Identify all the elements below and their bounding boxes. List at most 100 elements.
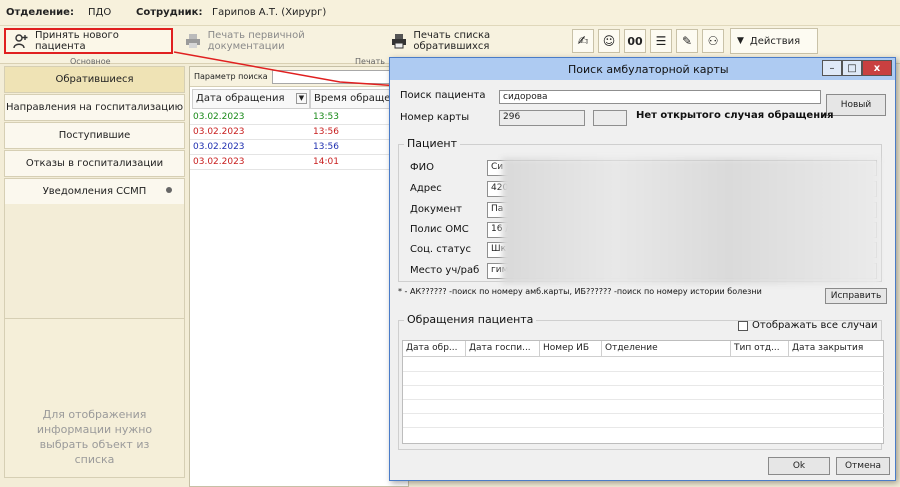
fix-button[interactable]: Исправить <box>825 288 887 304</box>
grid-line <box>403 427 885 428</box>
document-list-icon[interactable]: ☰ <box>650 29 672 53</box>
show-all-label: Отображать все случаи <box>752 320 878 331</box>
print-docs-label: Печать первичной документации <box>207 30 305 52</box>
redacted-area <box>502 158 880 284</box>
row-time: 14:01 <box>313 157 339 167</box>
users-icon[interactable]: ☺ <box>598 29 620 53</box>
search-param-bar: Параметр поиска <box>190 67 412 87</box>
grid-col-label: Дата обр... <box>406 343 458 353</box>
row-date: 03.02.2023 <box>193 142 245 152</box>
applicants-list: Параметр поиска Дата обращения ▼ Время о… <box>189 66 412 487</box>
grid-col-label: Отделение <box>605 343 658 353</box>
table-row[interactable]: 03.02.2023 13:56 <box>190 126 410 140</box>
actions-dropdown[interactable]: ▼ Действия <box>730 28 818 54</box>
new-patient-label: Принять нового пациента <box>35 30 119 52</box>
visits-grid: Дата обр... Дата госпи... Номер ИБ Отдел… <box>402 340 885 444</box>
new-button-label: Новый <box>840 100 872 110</box>
cancel-button-label: Отмена <box>844 461 882 471</box>
search-patient-value: сидорова <box>503 92 548 102</box>
chevron-down-icon: ▼ <box>737 36 744 46</box>
header-bar: Отделение: ПДО Сотрудник: Гарипов А.Т. (… <box>0 0 900 26</box>
nav-item-applicants[interactable]: Обратившиеся <box>4 66 185 93</box>
document-edit-icon[interactable]: ✎ <box>676 29 698 53</box>
address-label: Адрес <box>410 183 442 194</box>
filter-dropdown-icon[interactable]: ▼ <box>296 93 307 104</box>
visits-group-title: Обращения пациента <box>404 313 537 326</box>
binoculars-icon[interactable]: 00 <box>624 29 646 53</box>
column-date-label: Дата обращения <box>196 93 285 104</box>
grid-col-hosp-date[interactable]: Дата госпи... <box>466 341 540 357</box>
social-status-label: Соц. статус <box>410 244 471 255</box>
status-dot-icon <box>166 187 172 193</box>
maximize-icon[interactable]: □ <box>842 60 862 76</box>
printer-icon <box>185 32 202 50</box>
staff-label: Сотрудник: <box>136 7 203 18</box>
grid-col-label: Дата госпи... <box>469 343 531 353</box>
oms-label: Полис ОМС <box>410 224 469 235</box>
grid-col-label: Дата закрытия <box>792 343 864 353</box>
grid-col-department[interactable]: Отделение <box>602 341 731 357</box>
department-value: ПДО <box>88 7 112 18</box>
info-text: Для отображения информации нужно выбрать… <box>36 408 153 466</box>
ok-button[interactable]: Ok <box>768 457 830 475</box>
row-time: 13:53 <box>313 112 339 122</box>
workplace-label: Место уч/раб <box>410 265 480 276</box>
group-print-label: Печать <box>355 57 385 66</box>
dialog-title: Поиск амбулаторной карты <box>568 63 729 76</box>
grid-col-label: Номер ИБ <box>543 343 590 353</box>
nav-item-label: Отказы в госпитализации <box>25 158 164 169</box>
show-all-checkbox[interactable] <box>738 320 748 331</box>
group-main-label: Основное <box>70 57 111 66</box>
print-docs-button[interactable]: Печать первичной документации <box>178 28 378 54</box>
grid-col-dept-type[interactable]: Тип отд... <box>731 341 789 357</box>
fio-label: ФИО <box>410 162 434 173</box>
row-date: 03.02.2023 <box>193 157 245 167</box>
nav-item-label: Поступившие <box>58 130 131 141</box>
column-time-label: Время обраще <box>314 93 391 104</box>
staff-value: Гарипов А.Т. (Хирург) <box>212 7 327 18</box>
info-placeholder: Для отображения информации нужно выбрать… <box>4 318 185 478</box>
close-icon[interactable]: x <box>862 60 892 76</box>
card-suffix-field <box>593 110 627 126</box>
cancel-button[interactable]: Отмена <box>836 457 890 475</box>
network-icon[interactable]: ⚇ <box>702 29 724 53</box>
table-row[interactable]: 03.02.2023 14:01 <box>190 156 410 170</box>
grid-line <box>403 413 885 414</box>
patient-group-title: Пациент <box>404 137 461 150</box>
actions-label: Действия <box>749 35 801 47</box>
grid-line <box>403 371 885 372</box>
column-header-date[interactable]: Дата обращения ▼ <box>192 89 310 109</box>
table-row[interactable]: 03.02.2023 13:56 <box>190 141 410 155</box>
nav-item-admitted[interactable]: Поступившие <box>4 122 185 149</box>
nav-item-notifications[interactable]: Уведомления ССМП <box>4 178 185 205</box>
grid-col-ib-number[interactable]: Номер ИБ <box>540 341 602 357</box>
show-all-toggle[interactable]: Отображать все случаи <box>738 320 878 331</box>
minimize-icon[interactable]: – <box>822 60 842 76</box>
no-open-case-text: Нет открытого случая обращения <box>636 110 834 121</box>
nav-empty-panel <box>4 204 185 318</box>
dialog-title-bar: Поиск амбулаторной карты – □ x <box>390 58 895 80</box>
print-list-button[interactable]: Печать списка обратившихся <box>384 28 562 54</box>
nav-item-hospital-referrals[interactable]: Направления на госпитализацию <box>4 94 185 121</box>
search-card-dialog: Поиск амбулаторной карты – □ x Поиск пац… <box>389 57 896 481</box>
ok-button-label: Ok <box>792 461 806 471</box>
new-patient-button[interactable]: Принять нового пациента <box>4 28 173 54</box>
document-label: Документ <box>410 204 462 215</box>
search-hint: * - АК?????? -поиск по номеру амб.карты,… <box>398 287 762 296</box>
card-number-field: 296 <box>499 110 585 126</box>
grid-line <box>403 385 885 386</box>
grid-col-label: Тип отд... <box>734 343 780 353</box>
table-row[interactable]: 03.02.2023 13:53 <box>190 111 410 125</box>
search-patient-input[interactable]: сидорова <box>499 90 821 104</box>
grid-col-visit-date[interactable]: Дата обр... <box>403 341 466 357</box>
grid-col-close-date[interactable]: Дата закрытия <box>789 341 883 357</box>
card-number-label: Номер карты <box>400 112 470 123</box>
new-button[interactable]: Новый <box>826 94 886 116</box>
nav-item-refusals[interactable]: Отказы в госпитализации <box>4 150 185 177</box>
signature-icon[interactable]: ✍ <box>572 29 594 53</box>
row-time: 13:56 <box>313 127 339 137</box>
search-patient-label: Поиск пациента <box>400 90 486 101</box>
add-user-icon <box>12 32 29 50</box>
grid-line <box>403 399 885 400</box>
card-number-value: 296 <box>503 112 521 122</box>
